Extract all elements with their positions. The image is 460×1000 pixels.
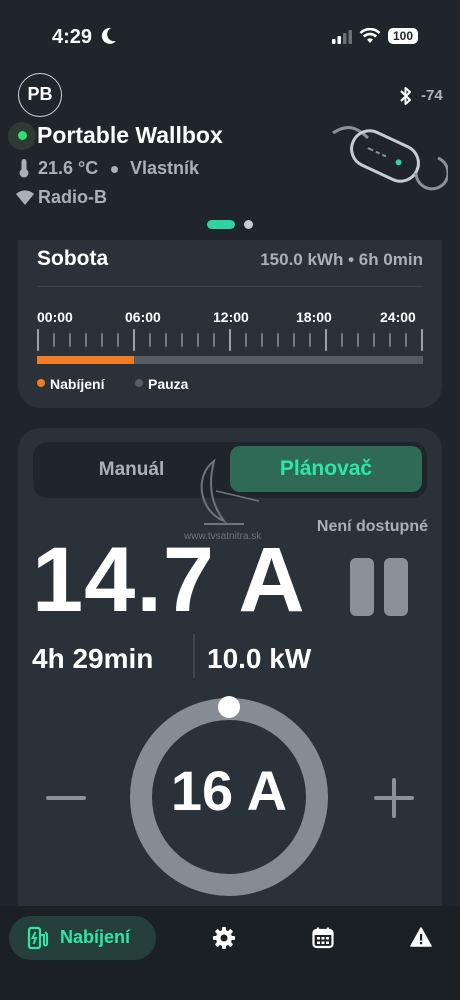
ev-charger-icon [27,926,48,950]
legend-charging-dot [37,379,45,387]
avatar[interactable]: PB [18,73,62,117]
nav-charging-label[interactable]: Nabíjení [60,927,130,948]
legend-pause: Pauza [148,376,189,392]
wallbox-device-illustration [332,126,448,191]
signal-icon [332,30,352,44]
timeline-tick [37,329,39,351]
legend-pause-dot [135,379,143,387]
satellite-dish-watermark [200,458,260,525]
online-status-dot [18,131,27,140]
charging-power: 10.0 kW [207,643,312,674]
charging-segment [37,356,134,364]
timeline-tick [245,333,247,347]
timeline-tick [101,333,103,347]
timeline-tick [197,333,199,347]
wifi-network-icon [16,190,34,205]
timeline-tick [181,333,183,347]
thermometer-icon [19,159,29,178]
divider [37,286,423,287]
charging-current: 14.7 A [32,529,306,631]
pause-icon-bar [384,558,408,616]
set-current: 16 A [170,759,288,822]
timeline-tick [341,333,343,347]
device-name: Portable Wallbox [37,122,223,148]
network-name: Radio-B [38,187,107,207]
tick-label: 12:00 [213,309,249,325]
timeline-tick [85,333,87,347]
timeline-tick [293,333,295,347]
bluetooth-signal-value: -74 [421,87,443,104]
wifi-icon [359,28,381,43]
separator-dot [111,166,118,173]
timeline-tick [69,333,71,347]
timeline-tick [229,329,231,351]
pause-icon-bar [350,558,374,616]
timeline-tick [389,333,391,347]
tick-label: 06:00 [125,309,161,325]
timeline-tick [53,333,55,347]
timeline-tick [277,333,279,347]
warning-icon[interactable] [410,927,432,947]
pause-button[interactable] [350,558,408,616]
timeline-tick [325,329,327,351]
schedule-day: Sobota [37,247,109,270]
unavailable-label: Není dostupné [316,518,428,535]
tick-label: 24:00 [380,309,416,325]
calendar-icon[interactable] [312,927,334,949]
tick-label: 00:00 [37,309,73,325]
timeline-tick [357,333,359,347]
bluetooth-icon [400,87,411,105]
legend-charging: Nabíjení [50,376,105,392]
user-role: Vlastník [130,158,200,178]
page-indicator-active[interactable] [207,220,235,229]
plus-icon-v[interactable] [392,778,396,818]
timeline-tick [261,333,263,347]
moon-icon [101,27,116,44]
status-time: 4:29 [52,26,93,48]
timeline-tick [405,333,407,347]
gear-icon[interactable] [213,927,235,949]
timeline-tick [309,333,311,347]
charging-duration: 4h 29min [32,643,154,674]
timeline-tick [117,333,119,347]
timeline-tick [373,333,375,347]
timeline-tick [165,333,167,347]
temperature: 21.6 °C [38,158,99,178]
page-indicator[interactable] [244,220,253,229]
vertical-divider [193,634,195,678]
timeline-tick [133,329,135,351]
timeline-tick [213,333,215,347]
schedule-summary: 150.0 kWh • 6h 0min [260,250,423,269]
timeline-tick [421,329,423,351]
dial-handle[interactable] [218,696,240,718]
timeline-tick [149,333,151,347]
tick-label: 18:00 [296,309,332,325]
battery-indicator: 100 [388,28,418,44]
decrease-current-button[interactable] [46,796,86,800]
